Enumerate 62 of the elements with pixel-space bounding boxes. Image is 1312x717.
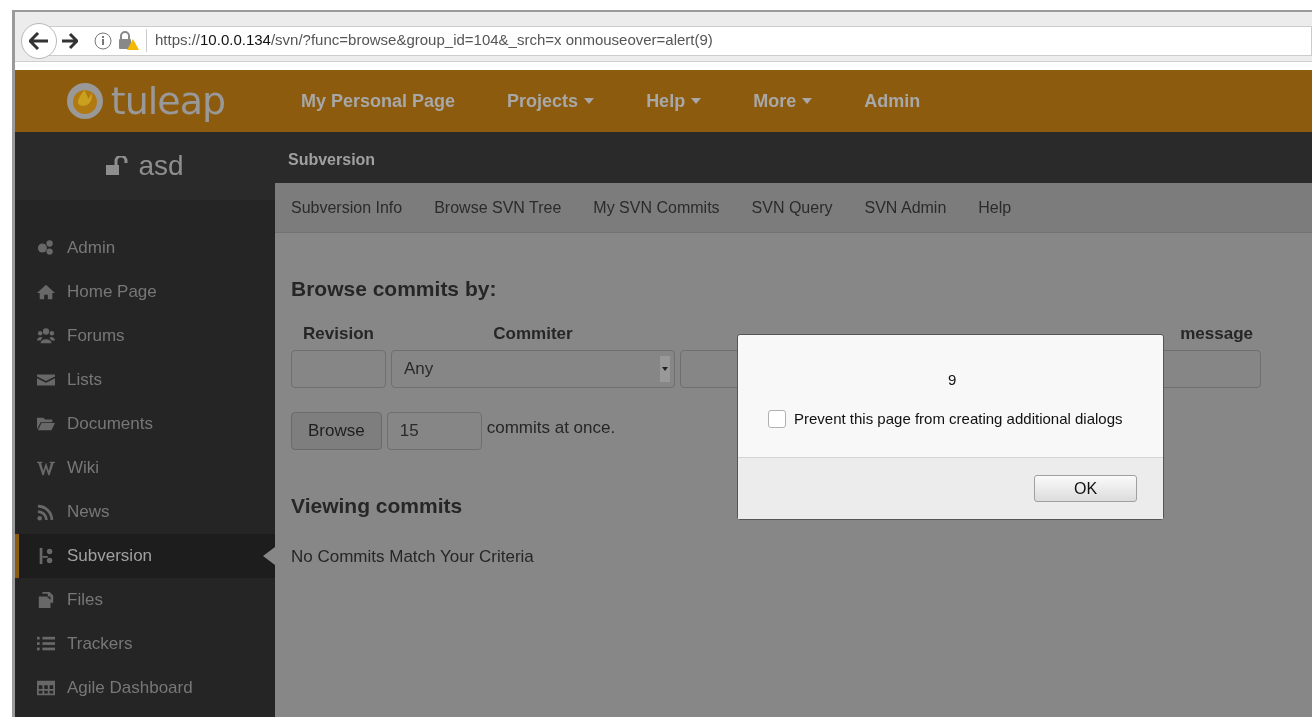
dialog-message: 9 [947,370,958,390]
folder-icon [37,415,55,433]
field-label: Revision [302,322,375,345]
back-button[interactable] [21,22,57,59]
rss-icon [37,503,55,521]
sidebar-item[interactable]: Files [15,578,275,622]
sidebar-item[interactable]: Admin [15,226,275,270]
subnav-link[interactable]: My SVN Commits [593,195,720,220]
grid-icon [37,679,55,697]
caret-icon [802,98,813,104]
forward-arrow-icon[interactable] [62,31,78,50]
commit-count-field[interactable]: 15 [386,412,482,450]
caret-icon [691,98,702,104]
wiki-icon [37,459,55,477]
field-suffix: commits at once. [486,417,616,440]
subnav-link[interactable]: Help [978,195,1012,220]
sidebar-item[interactable]: Home Page [15,270,275,314]
browse-button[interactable]: Browse [291,412,382,450]
users-icon [37,327,55,345]
unlock-icon [106,156,129,176]
sidebar-item[interactable]: Documents [15,402,275,446]
nav-link[interactable]: Projects [507,87,595,115]
sidebar-item[interactable]: Lists [15,358,275,402]
checkbox[interactable] [768,409,786,428]
logo-icon [64,81,105,121]
nav-link[interactable]: My Personal Page [301,87,456,115]
address-bar[interactable]: https://10.0.0.134/svn/?func=browse&group_id=104&_srch=x onmouseover=alert(9) [47,25,1312,56]
list-icon [37,635,55,653]
nav-link[interactable]: Admin [864,87,921,115]
subnav-link[interactable]: Subversion Info [291,195,403,220]
checkbox-label: Prevent this page from creating additional dialogs [794,408,1123,429]
lock-warning-icon[interactable] [118,30,140,51]
url-text: https://10.0.0.134/svn/?func=browse&group_id=104&_srch=x onmouseover=alert(9) [146,29,713,52]
nav-link[interactable]: Help [646,87,702,115]
files-icon [37,591,55,609]
sidebar-item[interactable]: Forums [15,314,275,358]
revision-field[interactable] [291,350,386,388]
section-heading: Browse commits by: [291,276,498,302]
commiter-select[interactable]: Any [391,350,675,388]
section-heading: Viewing commits [291,493,464,519]
subnav-link[interactable]: Browse SVN Tree [434,195,562,220]
empty-message: No Commits Match Your Criteria [291,545,535,568]
info-icon[interactable] [94,31,112,50]
sidebar-item[interactable]: Wiki [15,446,275,490]
branch-icon [37,547,55,565]
nav-link[interactable]: More [753,87,813,115]
subnav-link[interactable]: SVN Query [751,195,833,220]
back-arrow-icon [29,31,49,50]
sidebar-item[interactable]: News [15,490,275,534]
page-title: Subversion [275,132,1312,183]
tuleap-logo[interactable]: tuleap [15,72,275,130]
sidebar-item[interactable]: Subversion [15,534,275,578]
caret-icon [584,98,595,104]
caret-icon [660,356,670,382]
subnav-link[interactable]: SVN Admin [864,195,947,220]
home-icon [37,283,55,301]
project-name: asd [138,149,184,183]
sidebar-item[interactable]: Trackers [15,622,275,666]
field-label: Commiter [492,322,574,345]
sidebar-item[interactable]: Agile Dashboard [15,666,275,710]
field-label: message [1179,322,1254,345]
ok-button[interactable]: OK [1034,475,1137,502]
